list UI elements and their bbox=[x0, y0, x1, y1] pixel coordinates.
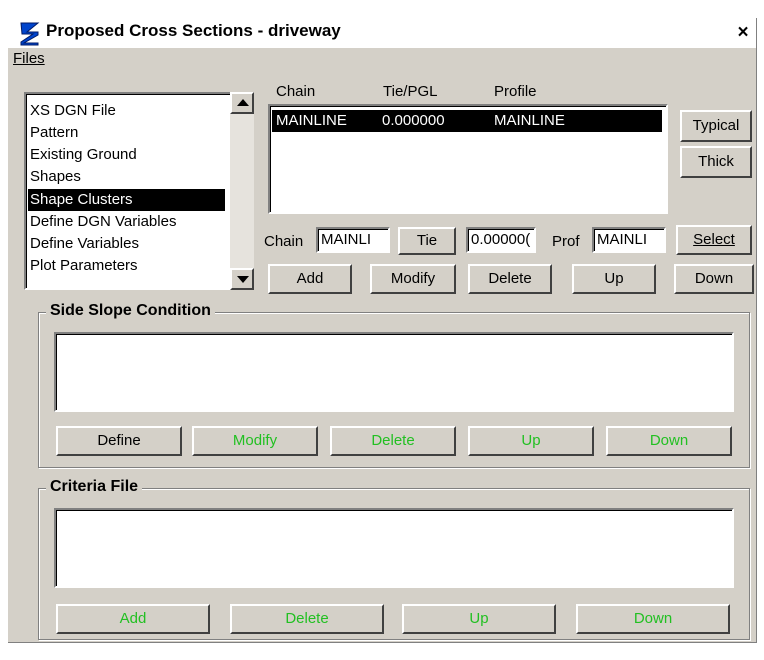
app-logo-icon bbox=[18, 20, 42, 46]
criteria-delete-button[interactable]: Delete bbox=[230, 604, 384, 634]
side-slope-up-button[interactable]: Up bbox=[468, 426, 594, 456]
side-slope-modify-button[interactable]: Modify bbox=[192, 426, 318, 456]
tie-button[interactable]: Tie bbox=[398, 227, 456, 255]
thick-button[interactable]: Thick bbox=[680, 146, 752, 178]
category-item[interactable]: Define DGN Variables bbox=[28, 211, 176, 233]
profile-cell: MAINLINE bbox=[494, 112, 565, 129]
category-item[interactable]: Pattern bbox=[28, 122, 78, 144]
category-scrollbar[interactable] bbox=[230, 92, 254, 290]
scroll-down-button[interactable] bbox=[230, 268, 254, 290]
chain-add-button[interactable]: Add bbox=[268, 264, 352, 294]
category-list[interactable]: XS DGN File Pattern Existing Ground Shap… bbox=[24, 92, 254, 290]
category-item[interactable]: Define Variables bbox=[28, 233, 139, 255]
select-button[interactable]: Select bbox=[676, 225, 752, 255]
category-item-selected[interactable]: Shape Clusters bbox=[28, 189, 225, 211]
criteria-add-button[interactable]: Add bbox=[56, 604, 210, 634]
menu-files-label: Files bbox=[13, 50, 45, 67]
category-item[interactable]: Plot Parameters bbox=[28, 255, 138, 277]
criteria-list[interactable] bbox=[54, 508, 734, 588]
prof-label: Prof bbox=[552, 233, 580, 250]
chain-cell: MAINLINE bbox=[276, 112, 347, 129]
chain-list[interactable]: MAINLINE 0.000000 MAINLINE bbox=[268, 104, 668, 214]
criteria-up-button[interactable]: Up bbox=[402, 604, 556, 634]
prof-field[interactable]: MAINLI bbox=[592, 227, 666, 253]
side-slope-define-button[interactable]: Define bbox=[56, 426, 182, 456]
side-slope-down-button[interactable]: Down bbox=[606, 426, 732, 456]
chain-delete-button[interactable]: Delete bbox=[468, 264, 552, 294]
col-header-tie: Tie/PGL bbox=[383, 83, 438, 100]
chain-down-button[interactable]: Down bbox=[674, 264, 754, 294]
criteria-title: Criteria File bbox=[46, 478, 143, 496]
chain-modify-button[interactable]: Modify bbox=[370, 264, 456, 294]
side-slope-title: Side Slope Condition bbox=[46, 302, 215, 320]
window-title: Proposed Cross Sections - driveway bbox=[46, 21, 341, 40]
tie-cell: 0.000000 bbox=[382, 112, 445, 129]
chain-up-button[interactable]: Up bbox=[572, 264, 656, 294]
typical-button[interactable]: Typical bbox=[680, 110, 752, 142]
close-icon[interactable]: × bbox=[732, 22, 754, 44]
chain-label: Chain bbox=[264, 233, 304, 250]
title-bar: Proposed Cross Sections - driveway × bbox=[8, 18, 756, 48]
menu-bar: Files bbox=[8, 48, 756, 70]
arrow-up-icon bbox=[237, 99, 249, 106]
menu-files[interactable]: Files bbox=[13, 50, 45, 67]
side-slope-delete-button[interactable]: Delete bbox=[330, 426, 456, 456]
scroll-up-button[interactable] bbox=[230, 92, 254, 114]
criteria-down-button[interactable]: Down bbox=[576, 604, 730, 634]
tie-field[interactable]: 0.00000( bbox=[466, 227, 536, 253]
col-header-profile: Profile bbox=[494, 83, 537, 100]
category-item[interactable]: Existing Ground bbox=[28, 144, 137, 166]
col-header-chain: Chain bbox=[276, 83, 316, 100]
category-item[interactable]: XS DGN File bbox=[28, 100, 116, 122]
side-slope-list[interactable] bbox=[54, 332, 734, 412]
chain-row[interactable]: MAINLINE 0.000000 MAINLINE bbox=[272, 110, 662, 132]
chain-field[interactable]: MAINLI bbox=[316, 227, 390, 253]
arrow-down-icon bbox=[237, 276, 249, 283]
category-item[interactable]: Shapes bbox=[28, 166, 81, 188]
